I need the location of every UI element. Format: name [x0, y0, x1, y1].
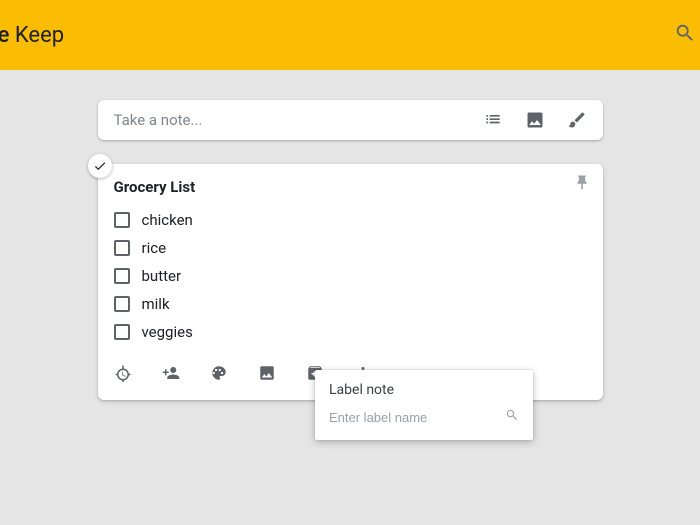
label-input-row: [329, 408, 519, 426]
list-item-label: milk: [142, 295, 170, 313]
note-card[interactable]: Grocery List chicken rice butter milk ve…: [98, 164, 603, 400]
checkbox[interactable]: [114, 296, 130, 312]
pin-icon[interactable]: [573, 174, 591, 196]
new-image-icon[interactable]: [525, 110, 545, 130]
collaborator-icon[interactable]: [162, 364, 180, 386]
palette-icon[interactable]: [210, 364, 228, 386]
select-note-icon[interactable]: [88, 154, 112, 178]
checkbox[interactable]: [114, 212, 130, 228]
list-item[interactable]: chicken: [114, 206, 587, 234]
remind-icon[interactable]: [114, 364, 132, 386]
checkbox[interactable]: [114, 240, 130, 256]
note-title[interactable]: Grocery List: [114, 178, 587, 196]
label-popup-title: Label note: [329, 382, 519, 398]
list-item-label: veggies: [142, 323, 193, 341]
new-drawing-icon[interactable]: [567, 110, 587, 130]
app-title: le Keep: [0, 23, 64, 48]
list-item[interactable]: veggies: [114, 318, 587, 346]
compose-actions: [483, 110, 587, 130]
checkbox[interactable]: [114, 324, 130, 340]
new-list-icon[interactable]: [483, 110, 503, 130]
label-name-input[interactable]: [329, 410, 489, 425]
list-item[interactable]: milk: [114, 290, 587, 318]
search-icon[interactable]: [674, 22, 696, 48]
compose-placeholder: Take a note...: [114, 111, 483, 129]
list-item-label: chicken: [142, 211, 193, 229]
checkbox[interactable]: [114, 268, 130, 284]
label-popup: Label note: [315, 370, 533, 440]
list-item-label: rice: [142, 239, 167, 257]
app-header: le Keep: [0, 0, 700, 70]
list-item[interactable]: rice: [114, 234, 587, 262]
list-item-label: butter: [142, 267, 182, 285]
list-item[interactable]: butter: [114, 262, 587, 290]
image-icon[interactable]: [258, 364, 276, 386]
search-small-icon[interactable]: [505, 408, 519, 426]
compose-bar[interactable]: Take a note...: [98, 100, 603, 140]
